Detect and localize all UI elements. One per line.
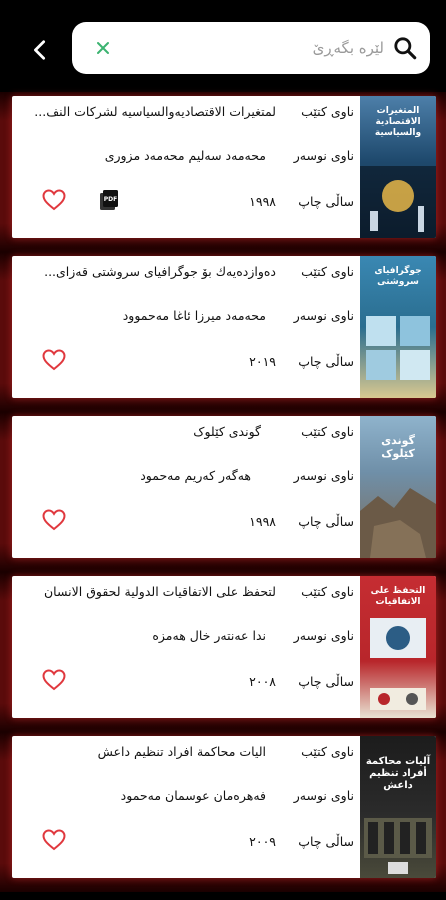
book-author: محەمەد میرزا ئاغا مەحموود	[122, 308, 266, 323]
search-icon[interactable]	[392, 35, 418, 61]
favorite-heart-icon[interactable]	[42, 669, 66, 691]
book-card[interactable]: آليات محاكمة أفراد تنظيم داعش ناوی کتێب …	[12, 736, 436, 878]
card-glow: جوگرافیای سروشتی ناوی کتێب دەوازدەیەك بۆ…	[0, 252, 446, 412]
book-year: ٢٠٠٩	[249, 834, 276, 849]
book-cover: التحفظ على الاتفاقيات	[360, 576, 436, 718]
cover-artwork	[370, 618, 426, 710]
card-glow: المتغيرات الاقتصادية والسياسية ناوی کتێب…	[0, 92, 446, 252]
book-author: محەمەد سەلیم محەمەد مزوری	[104, 148, 266, 163]
search-input[interactable]	[184, 32, 384, 64]
book-author: ندا عەنتەر خال هەمزە	[152, 628, 266, 643]
cover-artwork	[360, 488, 436, 558]
book-year: ١٩٩٨	[249, 514, 276, 529]
year-label: ساڵی چاپ	[298, 354, 354, 369]
card-glow: التحفظ على الاتفاقيات ناوی کتێب لتحفظ عل…	[0, 572, 446, 732]
svg-text:PDF: PDF	[104, 196, 117, 203]
title-label: ناوی کتێب	[301, 744, 354, 759]
author-label: ناوی نوسەر	[293, 148, 354, 163]
year-label: ساڵی چاپ	[298, 674, 354, 689]
book-year: ١٩٩٨	[249, 194, 276, 209]
title-label: ناوی کتێب	[301, 264, 354, 279]
cover-artwork	[366, 316, 430, 380]
author-label: ناوی نوسەر	[293, 308, 354, 323]
book-cover: گوندی کێلوک	[360, 416, 436, 558]
book-year: ٢٠٠٨	[249, 674, 276, 689]
book-cover: آليات محاكمة أفراد تنظيم داعش	[360, 736, 436, 878]
close-icon	[97, 42, 109, 54]
chevron-left-icon	[34, 40, 46, 60]
title-label: ناوی کتێب	[301, 424, 354, 439]
pdf-icon[interactable]: PDF	[97, 188, 121, 212]
cover-artwork	[360, 166, 436, 238]
book-title: دەوازدەیەك بۆ جوگرافیای سروشتی قەزای...	[44, 264, 276, 279]
book-title: گوندی کێلوک	[193, 424, 261, 439]
book-cover: جوگرافیای سروشتی	[360, 256, 436, 398]
favorite-heart-icon[interactable]	[42, 189, 66, 211]
author-label: ناوی نوسەر	[293, 468, 354, 483]
favorite-heart-icon[interactable]	[42, 349, 66, 371]
book-cover: المتغيرات الاقتصادية والسياسية	[360, 96, 436, 238]
card-glow: آليات محاكمة أفراد تنظيم داعش ناوی کتێب …	[0, 732, 446, 892]
book-year: ٢٠١٩	[249, 354, 276, 369]
book-title: لتحفظ على الاتفاقيات الدولية لحقوق الانس…	[44, 584, 276, 599]
card-glow: گوندی کێلوک ناوی کتێب گوندی کێلوک ناوی ن…	[0, 412, 446, 572]
clear-search-button[interactable]	[92, 37, 114, 59]
book-title: لمتغيرات الاقتصاديه‌والسياسيه لشركات الن…	[34, 104, 276, 119]
favorite-heart-icon[interactable]	[42, 509, 66, 531]
book-author: هەگەر کەریم مەحمود	[140, 468, 251, 483]
search-box	[72, 22, 430, 74]
title-label: ناوی کتێب	[301, 104, 354, 119]
book-author: فەهرەمان عوسمان مەحمود	[120, 788, 266, 803]
book-card[interactable]: المتغيرات الاقتصادية والسياسية ناوی کتێب…	[12, 96, 436, 238]
title-label: ناوی کتێب	[301, 584, 354, 599]
book-title: اليات محاكمة افراد تنظيم داعش	[97, 744, 266, 759]
year-label: ساڵی چاپ	[298, 834, 354, 849]
book-card[interactable]: گوندی کێلوک ناوی کتێب گوندی کێلوک ناوی ن…	[12, 416, 436, 558]
author-label: ناوی نوسەر	[293, 788, 354, 803]
cover-artwork	[364, 818, 432, 874]
favorite-heart-icon[interactable]	[42, 829, 66, 851]
author-label: ناوی نوسەر	[293, 628, 354, 643]
year-label: ساڵی چاپ	[298, 514, 354, 529]
year-label: ساڵی چاپ	[298, 194, 354, 209]
back-button[interactable]	[22, 32, 58, 68]
book-card[interactable]: جوگرافیای سروشتی ناوی کتێب دەوازدەیەك بۆ…	[12, 256, 436, 398]
book-card[interactable]: التحفظ على الاتفاقيات ناوی کتێب لتحفظ عل…	[12, 576, 436, 718]
top-bar	[0, 0, 446, 92]
